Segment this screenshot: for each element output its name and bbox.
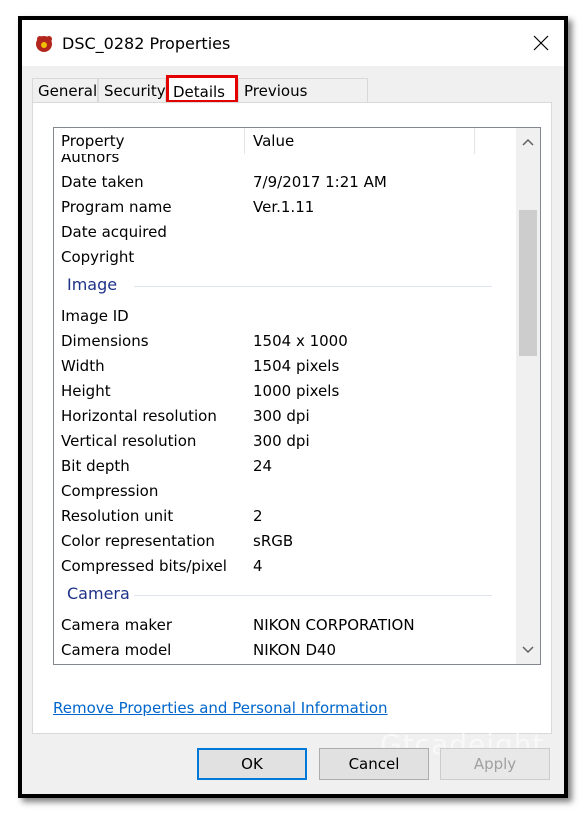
title-bar[interactable]: DSC_0282 Properties [22, 20, 564, 66]
property-name: Dimensions [61, 332, 149, 350]
property-name: Date acquired [61, 223, 167, 241]
property-value[interactable]: 7/9/2017 1:21 AM [253, 173, 387, 191]
cancel-button[interactable]: Cancel [319, 748, 429, 780]
group-divider [134, 595, 492, 596]
remove-properties-link[interactable]: Remove Properties and Personal Informati… [53, 699, 388, 717]
close-button[interactable] [518, 20, 564, 66]
properties-dialog: DSC_0282 Properties General Security Det… [22, 20, 564, 794]
property-name: Program name [61, 198, 172, 216]
property-value[interactable]: NIKON D40 [253, 641, 336, 659]
property-value[interactable]: 1504 pixels [253, 357, 339, 375]
property-name: Compressed bits/pixel [61, 557, 227, 575]
property-name: Camera model [61, 641, 172, 659]
property-name: Height [61, 382, 111, 400]
property-value[interactable]: 300 dpi [253, 432, 310, 450]
property-name: Copyright [61, 248, 135, 266]
property-name: Image ID [61, 307, 129, 325]
property-row[interactable]: Width 1504 pixels [54, 355, 502, 380]
property-row[interactable]: Color representation sRGB [54, 530, 502, 555]
scroll-down-button[interactable] [516, 636, 540, 664]
property-list[interactable]: Authors Date taken 7/9/2017 1:21 AM Program… [53, 127, 541, 665]
property-row[interactable]: Height 1000 pixels [54, 380, 502, 405]
column-header-property[interactable]: Property [61, 132, 124, 150]
column-divider[interactable] [244, 128, 245, 154]
property-value[interactable]: sRGB [253, 532, 293, 550]
window-title: DSC_0282 Properties [62, 34, 231, 53]
property-value[interactable]: 300 dpi [253, 407, 310, 425]
property-value[interactable]: 2 [253, 507, 263, 525]
chevron-up-icon [522, 138, 534, 146]
property-row[interactable]: Compression [54, 480, 502, 505]
group-divider [134, 286, 492, 287]
property-name: Compression [61, 482, 159, 500]
property-name: Vertical resolution [61, 432, 197, 450]
property-row[interactable]: Copyright [54, 246, 502, 271]
property-value[interactable]: NIKON CORPORATION [253, 616, 415, 634]
apply-button[interactable]: Apply [440, 748, 550, 780]
group-label: Image [67, 275, 118, 294]
property-row[interactable]: Camera model NIKON D40 [54, 639, 502, 664]
tab-previous-versions[interactable]: Previous Versions [238, 78, 368, 124]
photo-app-icon [36, 36, 52, 52]
property-row[interactable]: Compressed bits/pixel 4 [54, 555, 502, 580]
property-row[interactable]: F-stopf/0 [54, 664, 502, 665]
property-row[interactable]: Resolution unit 2 [54, 505, 502, 530]
property-name: Width [61, 357, 105, 375]
property-row[interactable]: Dimensions 1504 x 1000 [54, 330, 502, 355]
column-header-value[interactable]: Value [253, 132, 294, 150]
property-name: Bit depth [61, 457, 130, 475]
scroll-thumb[interactable] [519, 210, 537, 356]
property-value[interactable]: 1504 x 1000 [253, 332, 348, 350]
property-row[interactable]: Program name Ver.1.11 [54, 196, 502, 221]
property-name: Date taken [61, 173, 144, 191]
group-header[interactable]: Image [54, 271, 502, 301]
vertical-scrollbar[interactable] [516, 128, 540, 664]
property-value[interactable]: 1000 pixels [253, 382, 339, 400]
group-label: Camera [67, 584, 130, 603]
scroll-up-button[interactable] [516, 128, 540, 156]
property-value[interactable]: Ver.1.11 [253, 198, 314, 216]
chevron-down-icon [522, 646, 534, 654]
group-header[interactable]: Camera [54, 580, 502, 610]
property-row[interactable]: Date taken 7/9/2017 1:21 AM [54, 171, 502, 196]
property-row[interactable]: Camera maker NIKON CORPORATION [54, 614, 502, 639]
ok-button[interactable]: OK [197, 748, 307, 780]
column-divider[interactable] [474, 128, 475, 154]
property-value[interactable]: 24 [253, 457, 272, 475]
property-row[interactable]: Image ID [54, 305, 502, 330]
tab-security[interactable]: Security [98, 78, 166, 102]
property-name: Color representation [61, 532, 215, 550]
tab-details[interactable]: Details [166, 75, 238, 103]
property-row[interactable]: Vertical resolution 300 dpi [54, 430, 502, 455]
list-header: Property Value [54, 128, 502, 154]
property-row[interactable]: Bit depth 24 [54, 455, 502, 480]
property-name: Camera maker [61, 616, 172, 634]
property-name: Horizontal resolution [61, 407, 217, 425]
property-row[interactable]: Date acquired [54, 221, 502, 246]
close-icon [533, 35, 549, 51]
property-value[interactable]: 4 [253, 557, 263, 575]
property-name: Resolution unit [61, 507, 174, 525]
details-panel: Authors Date taken 7/9/2017 1:21 AM Program… [32, 102, 552, 734]
tab-general[interactable]: General [32, 78, 98, 102]
property-row[interactable]: Horizontal resolution 300 dpi [54, 405, 502, 430]
